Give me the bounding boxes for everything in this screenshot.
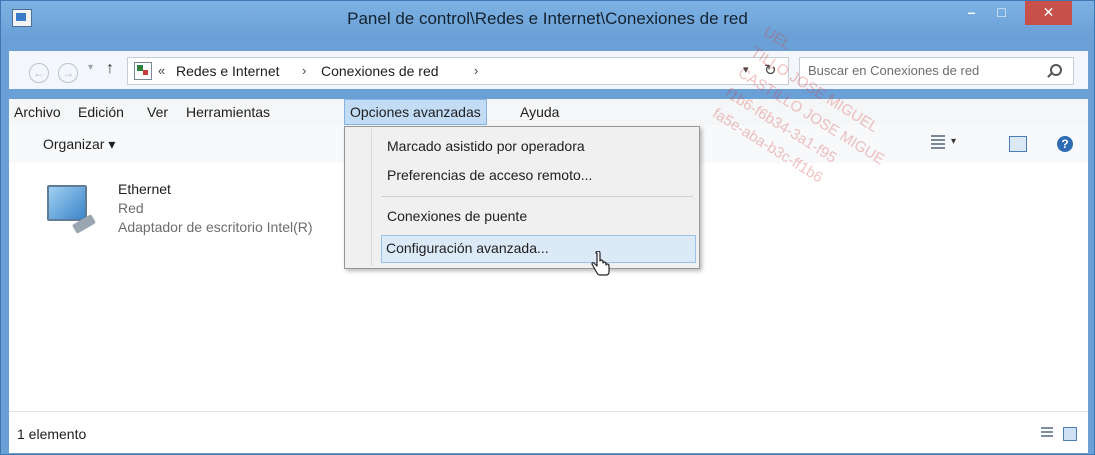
menu-herramientas[interactable]: Herramientas: [181, 99, 275, 125]
breadcrumb-conexiones-de-red[interactable]: Conexiones de red: [321, 63, 439, 79]
address-bar[interactable]: « Redes e Internet › Conexiones de red ›…: [127, 57, 789, 85]
control-panel-icon: [134, 62, 152, 80]
preview-pane-icon[interactable]: [1009, 136, 1027, 152]
hand-cursor-icon: [591, 251, 610, 276]
menu-item-label: Marcado asistido por operadora: [387, 138, 585, 154]
maximize-button[interactable]: □: [987, 1, 1016, 25]
address-dropdown-icon[interactable]: ▾: [743, 63, 749, 76]
recent-locations-chevron-icon[interactable]: ▾: [88, 62, 93, 73]
large-icons-view-icon[interactable]: [1063, 427, 1077, 441]
menu-item-configuracion-avanzada[interactable]: Configuración avanzada...: [381, 235, 696, 263]
forward-button[interactable]: →: [58, 63, 78, 83]
up-arrow-icon[interactable]: ↑: [106, 60, 114, 78]
opciones-avanzadas-menu: Marcado asistido por operadora Preferenc…: [344, 126, 700, 269]
monitor-icon: [47, 185, 87, 221]
title-bar[interactable]: Panel de control\Redes e Internet\Conexi…: [1, 1, 1094, 37]
menu-item-conexiones-de-puente[interactable]: Conexiones de puente: [347, 203, 695, 231]
organize-button[interactable]: Organizar ▾: [43, 136, 115, 153]
ethernet-adapter-icon[interactable]: [43, 183, 97, 241]
connection-name[interactable]: Ethernet: [118, 181, 171, 197]
menu-ayuda[interactable]: Ayuda: [515, 99, 564, 125]
window-title: Panel de control\Redes e Internet\Conexi…: [347, 9, 748, 28]
back-button[interactable]: ←: [29, 63, 49, 83]
window: Panel de control\Redes e Internet\Conexi…: [0, 0, 1095, 455]
breadcrumb-overflow[interactable]: «: [158, 63, 165, 78]
change-view-icon[interactable]: [931, 135, 945, 149]
view-options-chevron-icon[interactable]: ▾: [951, 136, 956, 147]
details-view-icon[interactable]: [1041, 427, 1053, 439]
menu-ver[interactable]: Ver: [142, 99, 173, 125]
breadcrumb-separator[interactable]: ›: [302, 63, 306, 78]
search-input[interactable]: Buscar en Conexiones de red: [799, 57, 1074, 85]
menu-item-label: Preferencias de acceso remoto...: [387, 167, 593, 183]
menu-item-label: Conexiones de puente: [387, 208, 528, 224]
menu-item-preferencias-acceso-remoto[interactable]: Preferencias de acceso remoto...: [347, 162, 695, 190]
breadcrumb-redes-e-internet[interactable]: Redes e Internet: [176, 63, 280, 79]
menu-archivo[interactable]: Archivo: [9, 99, 66, 125]
search-placeholder: Buscar en Conexiones de red: [808, 63, 980, 78]
menu-edicion[interactable]: Edición: [73, 99, 129, 125]
connection-adapter: Adaptador de escritorio Intel(R): [118, 219, 313, 235]
minimize-button[interactable]: –: [957, 1, 986, 25]
connection-status: Red: [118, 200, 144, 216]
menu-item-label: Configuración avanzada...: [386, 240, 549, 256]
menu-bar: Archivo Edición Ver Herramientas Opcione…: [9, 99, 1088, 125]
menu-separator: [381, 196, 693, 197]
navigation-bar: ← → ▾ ↑ « Redes e Internet › Conexiones …: [9, 51, 1088, 89]
refresh-icon[interactable]: ↻: [764, 61, 777, 79]
menu-item-marcado-asistido[interactable]: Marcado asistido por operadora: [347, 133, 695, 161]
breadcrumb-separator[interactable]: ›: [474, 63, 478, 78]
help-icon[interactable]: ?: [1057, 136, 1073, 152]
status-bar: 1 elemento: [9, 411, 1088, 453]
search-icon[interactable]: [1050, 64, 1062, 76]
menu-opciones-avanzadas[interactable]: Opciones avanzadas: [344, 99, 487, 125]
close-button[interactable]: ✕: [1025, 1, 1072, 25]
item-count: 1 elemento: [17, 426, 87, 442]
